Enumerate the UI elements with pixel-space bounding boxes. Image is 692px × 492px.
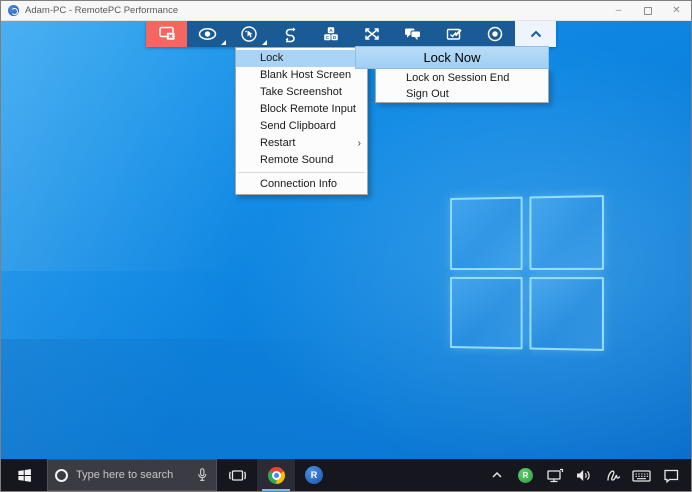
- logo-pane: [450, 197, 522, 270]
- whiteboard-pen-icon: [444, 25, 464, 43]
- search-input[interactable]: Type here to search: [47, 459, 217, 491]
- svg-text:A: A: [329, 28, 333, 34]
- window-controls: – ✕: [604, 1, 691, 20]
- windows-ink-button[interactable]: [598, 459, 627, 491]
- remotepc-app-icon: [8, 5, 19, 16]
- abcd-blocks-icon: A C D: [321, 25, 341, 43]
- logo-pane: [450, 276, 522, 349]
- dropdown-corner-icon: [262, 40, 267, 45]
- network-button[interactable]: [540, 459, 569, 491]
- windows-wallpaper-logo: [450, 195, 604, 351]
- remotepc-tray-button[interactable]: R: [511, 459, 540, 491]
- task-view-button[interactable]: [217, 459, 257, 491]
- microphone-icon: [194, 467, 210, 484]
- logo-pane: [529, 277, 604, 351]
- show-hidden-icons-button[interactable]: [482, 459, 511, 491]
- view-options-button[interactable]: [187, 21, 228, 47]
- search-placeholder: Type here to search: [76, 469, 173, 481]
- record-icon: [485, 25, 505, 43]
- keyboard-icon: [631, 467, 652, 484]
- disconnect-button[interactable]: [146, 21, 187, 47]
- menu-item-lock[interactable]: Lock: [236, 50, 367, 67]
- record-button[interactable]: [474, 21, 515, 47]
- fullscreen-button[interactable]: [351, 21, 392, 47]
- pointer-circle-icon: [239, 25, 259, 43]
- collapse-toolbar-button[interactable]: [515, 21, 556, 47]
- remotepc-tray-icon: R: [518, 468, 533, 483]
- touch-keyboard-button[interactable]: [627, 459, 656, 491]
- windows-start-icon: [16, 467, 33, 484]
- taskbar-chrome-button[interactable]: [257, 459, 295, 491]
- menu-item-restart-label: Restart: [260, 137, 295, 149]
- close-button[interactable]: ✕: [662, 1, 691, 20]
- submenu-item-lock-now[interactable]: Lock Now: [355, 46, 549, 69]
- window-title: Adam-PC - RemotePC Performance: [25, 5, 178, 16]
- remote-control-button[interactable]: [228, 21, 269, 47]
- expand-arrows-icon: [362, 25, 382, 43]
- minimize-button[interactable]: –: [604, 1, 633, 20]
- menu-item-remote-sound[interactable]: Remote Sound: [236, 152, 367, 169]
- action-center-button[interactable]: [656, 459, 685, 491]
- system-tray: R: [482, 459, 691, 491]
- session-toolbar: A C D: [146, 21, 556, 47]
- submenu-item-lock-on-session-end[interactable]: Lock on Session End: [376, 70, 548, 86]
- action-center-icon: [662, 467, 680, 484]
- eye-icon: [197, 25, 218, 43]
- chevron-up-icon: [527, 26, 545, 42]
- menu-item-blank-host-screen[interactable]: Blank Host Screen: [236, 67, 367, 84]
- speaker-icon: [574, 467, 593, 484]
- menu-item-send-clipboard[interactable]: Send Clipboard: [236, 118, 367, 135]
- logo-pane: [529, 195, 604, 269]
- ink-pen-icon: [604, 467, 621, 484]
- network-icon: [545, 467, 564, 484]
- menu-item-connection-info[interactable]: Connection Info: [236, 176, 367, 193]
- cortana-icon: [55, 469, 68, 482]
- chat-bubbles-icon: [402, 25, 423, 43]
- sync-arrows-icon: [280, 25, 300, 43]
- microphone-button[interactable]: [194, 467, 210, 484]
- whiteboard-button[interactable]: [433, 21, 474, 47]
- remote-desktop[interactable]: A C D: [1, 21, 691, 459]
- lock-submenu: Lock on Session End Sign Out: [375, 69, 549, 103]
- taskbar-remotepc-button[interactable]: R: [295, 459, 333, 491]
- taskbar: Type here to search R: [1, 459, 691, 491]
- chrome-icon: [268, 467, 285, 484]
- volume-button[interactable]: [569, 459, 598, 491]
- disconnect-icon: [157, 25, 177, 43]
- submenu-arrow-icon: ›: [358, 135, 361, 152]
- remote-session-window: Adam-PC - RemotePC Performance – ✕: [0, 0, 692, 492]
- menu-item-block-remote-input[interactable]: Block Remote Input: [236, 101, 367, 118]
- maximize-button[interactable]: [633, 1, 662, 20]
- chevron-up-icon: [490, 469, 504, 481]
- task-view-icon: [228, 467, 247, 484]
- wallpaper-shadow: [1, 339, 501, 459]
- svg-text:C: C: [325, 35, 329, 41]
- start-button[interactable]: [1, 459, 47, 491]
- titlebar: Adam-PC - RemotePC Performance – ✕: [1, 1, 691, 21]
- menu-item-restart[interactable]: Restart ›: [236, 135, 367, 152]
- remotepc-icon: R: [305, 466, 323, 484]
- remote-control-menu: Lock Blank Host Screen Take Screenshot B…: [235, 47, 368, 195]
- keyboard-language-button[interactable]: A C D: [310, 21, 351, 47]
- dropdown-corner-icon: [221, 40, 226, 45]
- file-transfer-button[interactable]: [269, 21, 310, 47]
- menu-item-take-screenshot[interactable]: Take Screenshot: [236, 84, 367, 101]
- menu-separator: [238, 172, 365, 173]
- submenu-item-sign-out[interactable]: Sign Out: [376, 86, 548, 102]
- maximize-icon: [644, 7, 652, 15]
- svg-text:D: D: [332, 35, 336, 41]
- chat-button[interactable]: [392, 21, 433, 47]
